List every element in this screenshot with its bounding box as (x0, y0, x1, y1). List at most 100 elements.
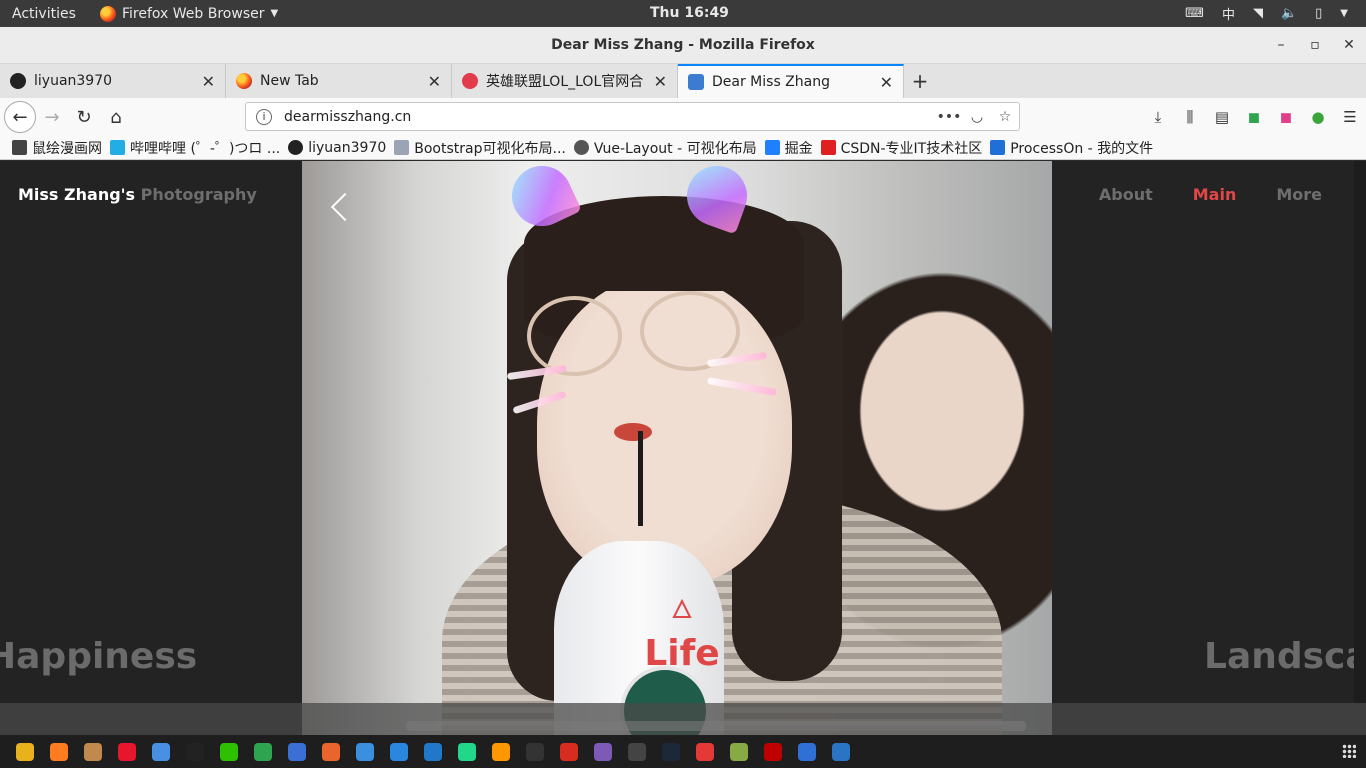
close-tab-icon[interactable]: ✕ (202, 72, 215, 91)
volume-icon[interactable]: 🔈 (1281, 6, 1297, 21)
back-button[interactable]: ← (4, 101, 36, 133)
firefox-icon (100, 5, 116, 22)
files-icon[interactable] (84, 742, 102, 761)
home-button[interactable]: ⌂ (100, 101, 132, 133)
activities-button[interactable]: Activities (12, 6, 94, 22)
tab-github[interactable]: liyuan3970 ✕ (0, 64, 226, 98)
tab-lol[interactable]: 英雄联盟LOL_LOL官网合 ✕ (452, 64, 678, 98)
tab-label: 英雄联盟LOL_LOL官网合 (486, 74, 644, 90)
sublime-icon[interactable] (492, 742, 510, 761)
nav-more[interactable]: More (1276, 185, 1322, 204)
page-content: Miss Zhang's Photography About Main More… (0, 161, 1366, 735)
sidebar-icon[interactable]: ▤ (1206, 108, 1238, 126)
mail-icon[interactable] (390, 742, 408, 761)
clock[interactable]: Thu 16:49 (650, 5, 729, 21)
inkscape-icon[interactable] (730, 742, 748, 761)
console-icon[interactable] (628, 742, 646, 761)
vscode-icon[interactable] (424, 742, 442, 761)
extension-green-icon[interactable]: ◼ (1238, 108, 1270, 126)
bookmark-juejin[interactable]: 掘金 (764, 138, 813, 158)
battery-icon[interactable]: ▯ (1315, 6, 1322, 21)
wifi-icon[interactable]: ◥ (1253, 6, 1263, 21)
tab-label: Dear Miss Zhang (712, 74, 830, 90)
bookmark-bilibili[interactable]: 哔哩哔哩 (゜-゜)つロ ... (110, 138, 280, 158)
close-tab-icon[interactable]: ✕ (654, 72, 667, 91)
nav-main[interactable]: Main (1193, 185, 1237, 204)
bookmark-star-icon[interactable]: ☆ (991, 109, 1019, 125)
page-actions-icon[interactable]: ••• (935, 109, 963, 125)
wps-writer-icon[interactable] (288, 742, 306, 761)
firefox-icon[interactable] (50, 742, 68, 761)
pocket-icon[interactable]: ◡ (963, 109, 991, 125)
tasks-icon[interactable] (798, 742, 816, 761)
downloads-icon[interactable]: ⤓ (1142, 108, 1174, 126)
vpn-icon[interactable] (832, 742, 850, 761)
nav-about[interactable]: About (1099, 185, 1153, 204)
tab-dear-miss-zhang[interactable]: Dear Miss Zhang ✕ (678, 64, 904, 98)
app-menu[interactable]: Firefox Web Browser ▼ (100, 5, 279, 22)
forward-button[interactable]: → (36, 101, 68, 133)
site-nav: About Main More (1059, 185, 1322, 204)
bookmark-shuhui[interactable]: 鼠绘漫画网 (12, 138, 102, 158)
wps-sheet-icon[interactable] (254, 742, 272, 761)
keyboard-icon[interactable]: ⌨ (1185, 6, 1204, 21)
bookmark-label: ProcessOn - 我的文件 (1010, 140, 1154, 157)
globe-icon (573, 140, 589, 155)
bookmark-vue-layout[interactable]: Vue-Layout - 可视化布局 (573, 138, 757, 158)
close-window-button[interactable]: ✕ (1332, 27, 1366, 64)
close-tab-icon[interactable]: ✕ (428, 72, 441, 91)
input-method-indicator[interactable]: 中 (1222, 4, 1235, 23)
chevron-down-icon: ▼ (270, 8, 279, 19)
redis-icon[interactable] (560, 742, 578, 761)
url-text[interactable]: dearmisszhang.cn (284, 109, 935, 125)
new-tab-button[interactable]: + (904, 64, 936, 98)
filezilla-icon[interactable] (764, 742, 782, 761)
stop-icon[interactable] (696, 742, 714, 761)
extension-jh-icon[interactable]: ◼ (1270, 108, 1302, 126)
wps-presentation-icon[interactable] (322, 742, 340, 761)
library-icon[interactable]: ⫼ (1174, 108, 1206, 126)
bookmark-github[interactable]: liyuan3970 (288, 140, 386, 156)
terminal-icon[interactable] (526, 742, 544, 761)
close-tab-icon[interactable]: ✕ (880, 73, 893, 92)
info-icon[interactable]: i (256, 108, 272, 125)
processon-icon (990, 140, 1006, 155)
maximize-button[interactable]: ▫ (1298, 27, 1332, 64)
triangle-icon (672, 599, 692, 618)
network-icon[interactable] (356, 742, 374, 761)
menu-icon[interactable]: ☰ (1334, 108, 1366, 126)
weibo-icon[interactable] (118, 742, 136, 761)
lol-icon (462, 73, 478, 89)
url-bar[interactable]: i dearmisszhang.cn ••• ◡ ☆ (245, 102, 1020, 131)
show-applications-icon[interactable] (1342, 744, 1356, 758)
tab-strip: liyuan3970 ✕ New Tab ✕ 英雄联盟LOL_LOL官网合 ✕ … (0, 64, 1366, 98)
minimize-button[interactable]: – (1264, 27, 1298, 64)
qq-icon[interactable] (186, 742, 204, 761)
chrome-icon[interactable] (16, 742, 34, 761)
extension-frog-icon[interactable]: ● (1302, 108, 1334, 126)
bookmark-processon[interactable]: ProcessOn - 我的文件 (990, 138, 1153, 158)
wechat-icon[interactable] (220, 742, 238, 761)
slide-right-label[interactable]: Landscape (1204, 636, 1366, 677)
site-brand[interactable]: Miss Zhang's Photography (18, 185, 257, 204)
chevron-down-icon[interactable]: ▼ (1340, 8, 1348, 19)
photo-straw (638, 431, 643, 526)
cloud-icon[interactable] (152, 742, 170, 761)
photo-glasses (527, 296, 622, 376)
steam-icon[interactable] (662, 742, 680, 761)
vertical-scrollbar[interactable] (1354, 161, 1366, 703)
slide-center-label[interactable]: Life (602, 633, 762, 674)
horizontal-scrollbar[interactable] (406, 721, 1026, 731)
slide-left-label[interactable]: Happiness (0, 636, 197, 677)
system-top-bar: Activities Firefox Web Browser ▼ Thu 16:… (0, 0, 1366, 27)
app-menu-label: Firefox Web Browser (122, 5, 265, 22)
pycharm-icon[interactable] (458, 742, 476, 761)
reload-button[interactable]: ↻ (68, 101, 100, 133)
tab-new-tab[interactable]: New Tab ✕ (226, 64, 452, 98)
bookmark-csdn[interactable]: CSDN-专业IT技术社区 (820, 138, 982, 158)
navigation-toolbar: ← → ↻ ⌂ i dearmisszhang.cn ••• ◡ ☆ ⤓ ⫼ ▤… (0, 98, 1366, 136)
bookmark-bootstrap[interactable]: Bootstrap可视化布局... (394, 138, 566, 158)
emacs-icon[interactable] (594, 742, 612, 761)
bilibili-icon (110, 140, 125, 155)
bookmark-label: liyuan3970 (308, 139, 387, 156)
